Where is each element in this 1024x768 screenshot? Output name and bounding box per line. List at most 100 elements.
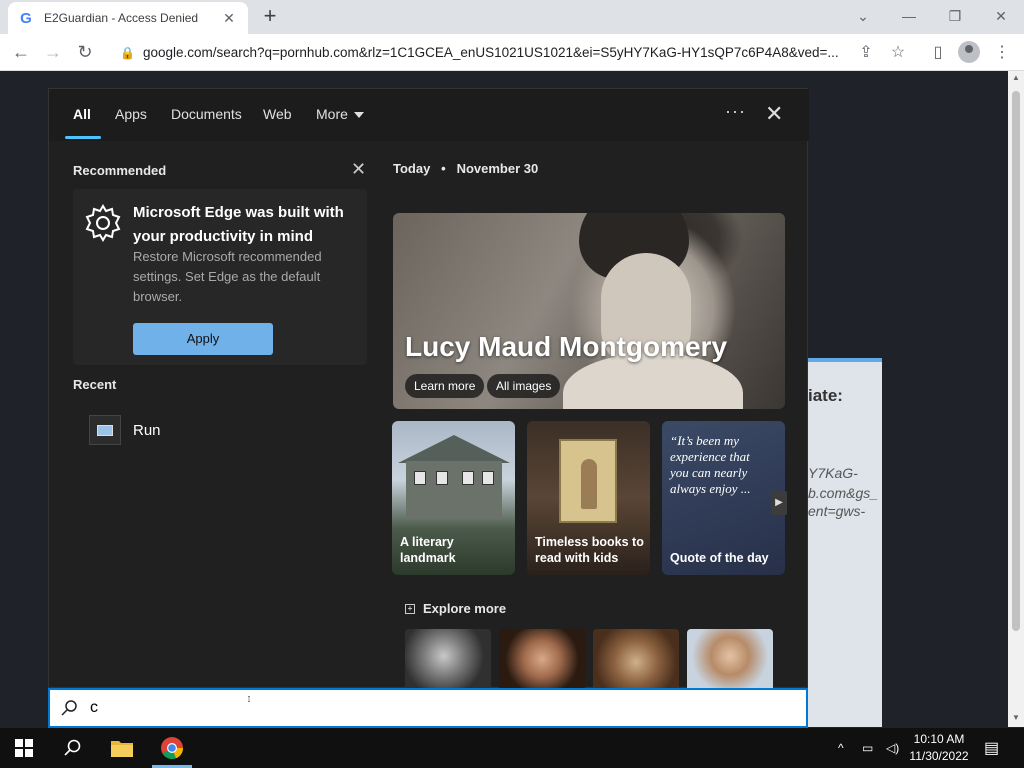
browser-tab[interactable]: G E2Guardian - Access Denied ✕ bbox=[8, 2, 248, 34]
clock-date: 11/30/2022 bbox=[909, 749, 969, 763]
more-options-icon[interactable]: ··· bbox=[725, 101, 746, 122]
tab-more[interactable]: More bbox=[316, 106, 364, 122]
file-explorer-button[interactable] bbox=[98, 728, 146, 768]
tab-strip: G E2Guardian - Access Denied ✕ + ⌄ — ❐ ✕ bbox=[0, 0, 1024, 34]
taskbar-clock[interactable]: 10:10 AM 11/30/2022 bbox=[902, 731, 976, 765]
tile-label: Timeless books to read with kids bbox=[535, 535, 644, 565]
url-text: google.com/search?q=pornhub.com&rlz=1C1G… bbox=[142, 45, 839, 60]
bullet-separator: • bbox=[433, 161, 453, 176]
windows-logo-icon bbox=[15, 739, 33, 757]
url-fragment: b.com&gs_ bbox=[808, 485, 879, 501]
tile-quote-of-the-day[interactable]: “It’s been my experience that you can ne… bbox=[662, 421, 785, 575]
chrome-icon bbox=[161, 737, 184, 760]
tab-title: E2Guardian - Access Denied bbox=[44, 11, 199, 25]
volume-icon[interactable]: ◁) bbox=[886, 728, 899, 768]
url-fragment: Y7KaG- bbox=[808, 465, 858, 481]
close-icon[interactable]: ✕ bbox=[765, 101, 783, 127]
clock-time: 10:10 AM bbox=[913, 732, 965, 746]
forward-button[interactable]: → bbox=[40, 39, 66, 65]
lock-icon: 🔒 bbox=[120, 45, 135, 60]
tile-literary-landmark[interactable]: A literary landmark bbox=[392, 421, 515, 575]
dismiss-recommended-icon[interactable]: ✕ bbox=[351, 159, 366, 180]
house-window bbox=[414, 471, 426, 485]
house-window bbox=[462, 471, 474, 485]
taskbar: ^ ▭ ◁) 10:10 AM 11/30/2022 ▤ bbox=[0, 728, 1024, 768]
taskbar-search-button[interactable] bbox=[48, 728, 96, 768]
apply-button[interactable]: Apply bbox=[133, 323, 273, 355]
window-close-button[interactable]: ✕ bbox=[978, 4, 1024, 28]
folder-icon bbox=[111, 741, 133, 757]
run-app-icon bbox=[89, 415, 121, 445]
caret-down-icon bbox=[353, 112, 364, 119]
page-scrollbar[interactable]: ▲ ▼ bbox=[1008, 71, 1024, 727]
explore-more-heading[interactable]: + Explore more bbox=[405, 601, 506, 616]
tile-timeless-books[interactable]: Timeless books to read with kids bbox=[527, 421, 650, 575]
today-heading: Today • November 30 bbox=[393, 161, 538, 176]
recent-heading: Recent bbox=[73, 377, 117, 392]
explore-thumbnail[interactable] bbox=[499, 629, 585, 689]
address-bar[interactable]: 🔒 google.com/search?q=pornhub.com&rlz=1C… bbox=[108, 38, 854, 67]
reload-button[interactable]: ↻ bbox=[72, 39, 98, 65]
house-window bbox=[436, 471, 448, 485]
today-date: November 30 bbox=[456, 161, 539, 176]
new-tab-button[interactable]: + bbox=[258, 5, 282, 29]
scroll-up-icon[interactable]: ▲ bbox=[1008, 73, 1024, 82]
notifications-icon[interactable]: ▤ bbox=[984, 728, 999, 768]
tab-web[interactable]: Web bbox=[263, 106, 292, 122]
network-icon[interactable]: ▭ bbox=[862, 728, 873, 768]
back-button[interactable]: ← bbox=[8, 39, 34, 65]
tile-label: A literary landmark bbox=[400, 535, 456, 565]
learn-more-button[interactable]: Learn more bbox=[405, 374, 485, 398]
text-cursor-icon bbox=[248, 696, 250, 702]
scroll-thumb[interactable] bbox=[1012, 91, 1020, 631]
house-image bbox=[406, 461, 502, 519]
tab-close-icon[interactable]: ✕ bbox=[220, 10, 238, 27]
recent-item-label: Run bbox=[133, 421, 161, 439]
book-cover-image bbox=[559, 439, 617, 523]
left-column: Recommended ✕ Microsoft Edge was built w… bbox=[49, 141, 389, 689]
all-images-button[interactable]: All images bbox=[487, 374, 561, 398]
minimize-button[interactable]: — bbox=[886, 4, 932, 28]
start-button[interactable] bbox=[0, 728, 48, 768]
recent-item-run[interactable]: Run bbox=[89, 413, 161, 447]
show-hidden-icons[interactable]: ^ bbox=[838, 728, 844, 768]
recommendation-card: Microsoft Edge was built with your produ… bbox=[73, 189, 367, 365]
chrome-taskbar-button[interactable] bbox=[148, 728, 196, 768]
windows-search-panel: All Apps Documents Web More ··· ✕ Recomm… bbox=[48, 88, 809, 689]
search-icon bbox=[61, 700, 77, 716]
hero-title: Lucy Maud Montgomery bbox=[405, 331, 728, 362]
recommendation-title: Microsoft Edge was built with your produ… bbox=[133, 204, 344, 245]
explore-thumbnail[interactable] bbox=[687, 629, 773, 689]
featured-hero-card[interactable]: Lucy Maud Montgomery Learn more All imag… bbox=[393, 213, 785, 409]
block-page-card: iate: Y7KaG- b.com&gs_ ent=gws- bbox=[808, 358, 882, 727]
search-icon bbox=[64, 739, 81, 756]
menu-kebab-icon[interactable]: ⋮ bbox=[990, 41, 1014, 65]
gear-icon bbox=[85, 204, 121, 242]
tab-documents[interactable]: Documents bbox=[171, 106, 242, 122]
tab-all[interactable]: All bbox=[73, 106, 91, 122]
search-input[interactable]: c bbox=[48, 688, 808, 728]
scroll-down-icon[interactable]: ▼ bbox=[1008, 713, 1024, 722]
search-query: c bbox=[90, 699, 98, 716]
browser-frame: G E2Guardian - Access Denied ✕ + ⌄ — ❐ ✕… bbox=[0, 0, 1024, 71]
house-roof bbox=[398, 435, 510, 463]
tab-search-icon[interactable]: ⌄ bbox=[840, 4, 886, 28]
url-fragment: ent=gws- bbox=[808, 503, 866, 519]
explore-thumbnail[interactable] bbox=[405, 629, 491, 689]
profile-avatar[interactable] bbox=[958, 41, 980, 63]
tab-apps[interactable]: Apps bbox=[115, 106, 147, 122]
explore-more-label: Explore more bbox=[423, 601, 507, 616]
explore-thumbnail[interactable] bbox=[593, 629, 679, 689]
block-heading: iate: bbox=[808, 386, 843, 405]
side-panel-icon[interactable]: ▯ bbox=[926, 41, 950, 65]
chevron-right-icon[interactable]: ▶ bbox=[771, 491, 787, 515]
bookmark-star-icon[interactable]: ☆ bbox=[886, 41, 910, 65]
active-tab-indicator bbox=[65, 136, 101, 139]
house-window bbox=[482, 471, 494, 485]
today-label: Today bbox=[393, 161, 431, 176]
quote-text: “It’s been my experience that you can ne… bbox=[670, 433, 751, 496]
right-column: Today • November 30 Lucy Maud Montgomery… bbox=[391, 141, 809, 689]
recommendation-description: Restore Microsoft recommended settings. … bbox=[133, 249, 322, 304]
share-icon[interactable]: ⇪ bbox=[854, 41, 878, 65]
restore-button[interactable]: ❐ bbox=[932, 4, 978, 28]
